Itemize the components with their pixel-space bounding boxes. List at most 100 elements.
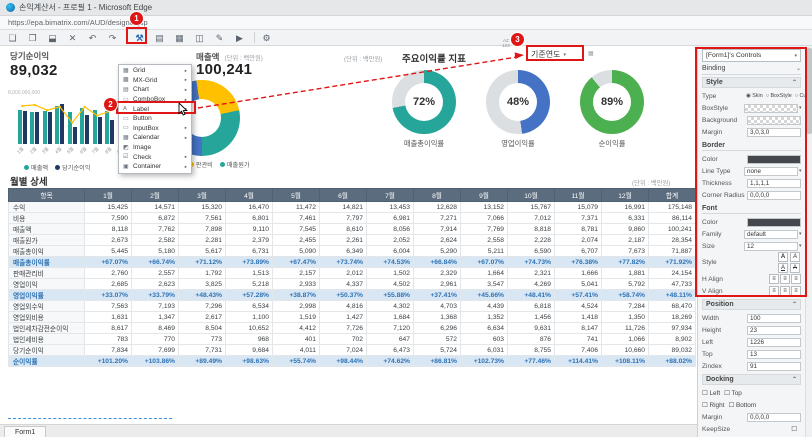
row-label: 매출액 (9, 224, 85, 235)
prop-control[interactable]: 100 (744, 314, 801, 323)
text-input[interactable]: 100 (747, 314, 801, 323)
prop-control[interactable]: 91 (744, 362, 801, 371)
tab-form1[interactable]: Form1 (4, 426, 46, 437)
row-label: 수익 (9, 202, 85, 213)
prop-row-right-bottom: ☐ Right ☐ Bottom (702, 399, 801, 411)
cell-value: 7,590 (85, 213, 132, 224)
cell-value: +101.20% (85, 356, 132, 367)
scrollbar-thumb[interactable] (807, 48, 812, 134)
cell-value: 9,684 (226, 345, 273, 356)
bar (98, 117, 102, 144)
cell-value: 8,504 (179, 323, 226, 334)
redo-icon[interactable]: ↷ (104, 31, 121, 45)
new-document-icon[interactable]: ❏ (4, 31, 21, 45)
checkbox-top[interactable]: ☐ Top (724, 389, 742, 397)
cell-value: 1,792 (179, 268, 226, 279)
monthly-table[interactable]: 항목1월2월3월4월5월6월7월8월9월10월11월12월합계수익15,4251… (8, 188, 696, 367)
cell-value: 86,114 (649, 213, 696, 224)
filter-icon[interactable]: ▦ (588, 50, 594, 57)
checkbox-left[interactable]: ☐ Left (702, 389, 720, 397)
cell-value: +33.07% (85, 290, 132, 301)
legend-item: 당기순이익 (55, 163, 90, 172)
menu-item-calendar[interactable]: ▦Calendar▸ (119, 133, 191, 143)
bar (85, 115, 89, 144)
open-folder-icon[interactable]: ❐ (24, 31, 41, 45)
prop-control[interactable]: 23 (744, 326, 801, 335)
prop-control[interactable]: 13 (744, 350, 801, 359)
text-input[interactable]: 23 (747, 326, 801, 335)
dataset-icon[interactable]: ◫ (191, 31, 208, 45)
cell-value: 4,337 (320, 279, 367, 290)
cell-value: +50.37% (320, 290, 367, 301)
text-input[interactable]: 13 (747, 350, 801, 359)
cell-value: 4,703 (414, 301, 461, 312)
menu-item-label: Chart (131, 86, 185, 93)
url-text: https://epa.bimatrix.com/AUD/designer.js… (8, 18, 148, 27)
cell-value: 2,557 (132, 268, 179, 279)
table-row: 법인세차감전순이익8,6178,4698,50410,6524,4127,726… (9, 323, 696, 334)
edit-icon[interactable]: ✎ (211, 31, 228, 45)
menu-item-mx-grid[interactable]: ▩MX-Grid▸ (119, 76, 191, 86)
cell-value: 10,652 (226, 323, 273, 334)
cell-value: 4,302 (367, 301, 414, 312)
prop-control[interactable]: 1226 (744, 338, 801, 347)
menu-item-check[interactable]: ☑Check▸ (119, 152, 191, 162)
cell-value: 5,180 (132, 246, 179, 257)
row-label: 영업이익 (9, 279, 85, 290)
chart-icon[interactable]: ▤ (151, 31, 168, 45)
preview-icon[interactable]: ▶ (231, 31, 248, 45)
cell-value: 4,524 (555, 301, 602, 312)
menu-item-grid[interactable]: ▦Grid▸ (119, 66, 191, 76)
section-docking[interactable]: Docking⌃ (702, 374, 801, 385)
cell-value: +73.74% (320, 257, 367, 268)
cell-value: 6,801 (226, 213, 273, 224)
cell-value: 1,666 (555, 268, 602, 279)
donut-percent: 48% (499, 83, 537, 121)
checkbox-right[interactable]: ☐ Right (702, 401, 724, 409)
cursor-icon (178, 103, 190, 117)
cell-value: 2,052 (367, 235, 414, 246)
delete-icon[interactable]: ✕ (64, 31, 81, 45)
cell-value: +37.41% (414, 290, 461, 301)
text-input[interactable]: 91 (747, 362, 801, 371)
cell-value: 9,860 (602, 224, 649, 235)
cell-value: +57.28% (226, 290, 273, 301)
cell-value: 1,100 (226, 312, 273, 323)
cell-value: 6,296 (414, 323, 461, 334)
menu-item-chart[interactable]: ▤Chart▸ (119, 85, 191, 95)
cell-value: 7,371 (555, 213, 602, 224)
settings-gear-icon[interactable]: ⚙ (258, 31, 275, 45)
menu-item-container[interactable]: ▣Container▸ (119, 162, 191, 172)
menu-item-image[interactable]: ◩Image (119, 143, 191, 153)
grid-icon[interactable]: ▦ (171, 31, 188, 45)
prop-control[interactable]: ☐ (744, 425, 801, 433)
cell-value: 10,660 (602, 345, 649, 356)
submenu-arrow-icon: ▸ (185, 68, 187, 74)
section-position[interactable]: Position⌃ (702, 299, 801, 310)
cell-value: 7,834 (85, 345, 132, 356)
text-input[interactable]: 0,0,0,0 (747, 413, 801, 422)
save-icon[interactable]: ⬓ (44, 31, 61, 45)
cell-value: 572 (414, 334, 461, 345)
cell-value: 4,412 (273, 323, 320, 334)
checkbox-bottom[interactable]: ☐ Bottom (728, 401, 756, 409)
column-header: 11월 (555, 189, 602, 202)
checkbox[interactable]: ☐ (791, 425, 797, 433)
cell-value: 7,699 (132, 345, 179, 356)
kpi-net-income-label: 당기순이익 (10, 50, 58, 62)
menu-item-inputbox[interactable]: ▭InputBox▸ (119, 124, 191, 134)
cell-value: 7,561 (179, 213, 226, 224)
prop-control[interactable]: 0,0,0,0 (744, 413, 801, 422)
cell-value: 603 (461, 334, 508, 345)
undo-icon[interactable]: ↶ (84, 31, 101, 45)
selection-indicator (8, 418, 172, 419)
column-header: 12월 (602, 189, 649, 202)
menu-item-label: Image (131, 144, 187, 151)
url-bar[interactable]: https://epa.bimatrix.com/AUD/designer.js… (0, 16, 812, 30)
toolbar-separator (254, 32, 255, 43)
legend-item: 판관비 (189, 160, 213, 169)
text-input[interactable]: 1226 (747, 338, 801, 347)
cell-value: 9,110 (226, 224, 273, 235)
cell-value: +103.86% (132, 356, 179, 367)
cell-value: 3,825 (179, 279, 226, 290)
